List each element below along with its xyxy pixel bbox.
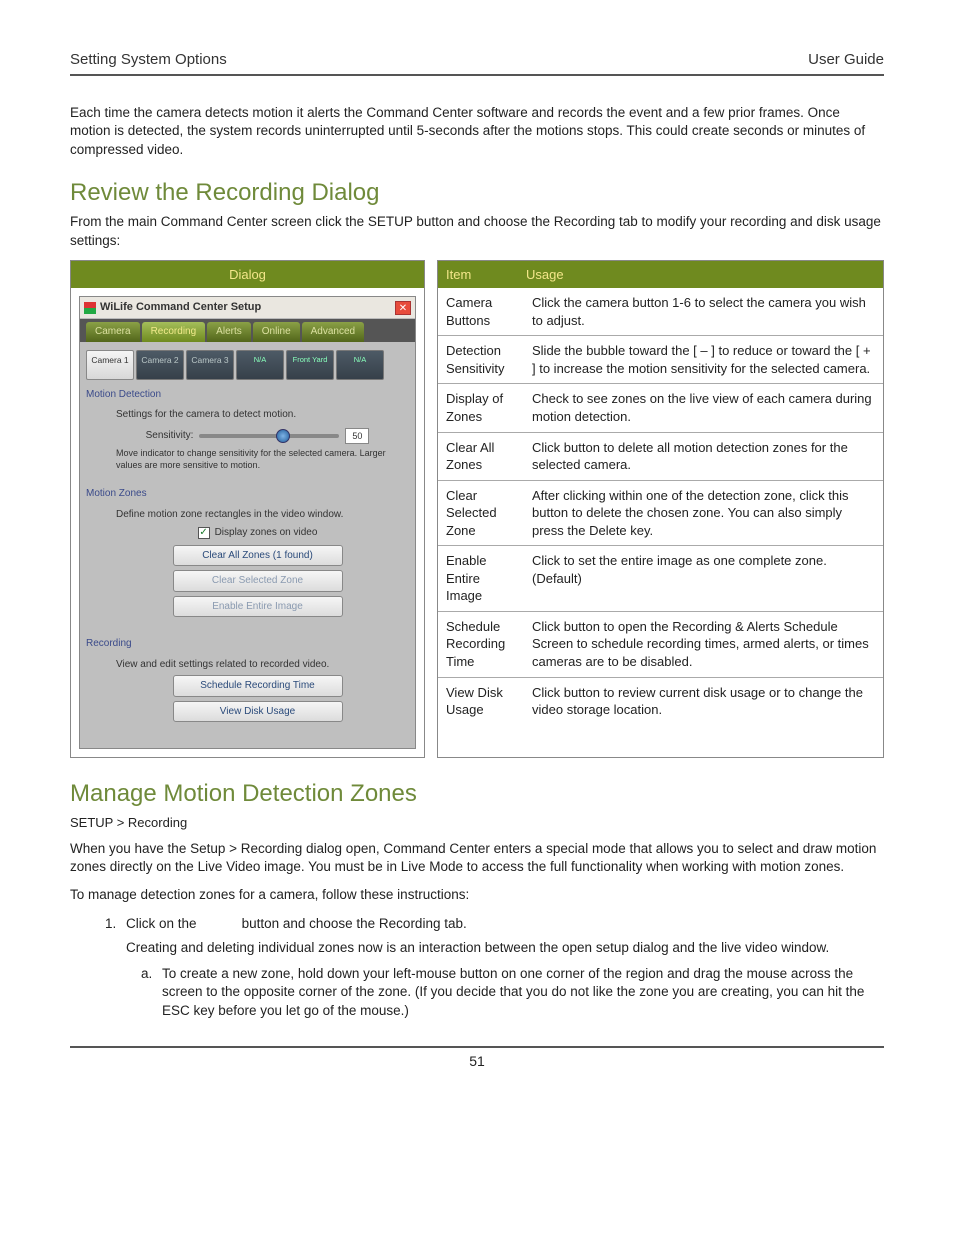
table-row: Camera ButtonsClick the camera button 1-… bbox=[438, 288, 883, 336]
tab-online[interactable]: Online bbox=[253, 322, 300, 342]
motion-detection-label: Motion Detection bbox=[86, 388, 409, 402]
page-number: 51 bbox=[469, 1053, 485, 1069]
step-1-body: Creating and deleting individual zones n… bbox=[126, 939, 884, 957]
usage-item: Schedule Recording Time bbox=[438, 611, 524, 677]
usage-item: Detection Sensitivity bbox=[438, 336, 524, 384]
display-zones-checkbox[interactable]: ✓ bbox=[198, 527, 210, 539]
dialog-title: WiLife Command Center Setup bbox=[100, 300, 395, 315]
substep-a: To create a new zone, hold down your lef… bbox=[156, 965, 884, 1020]
table-row: Display of ZonesCheck to see zones on th… bbox=[438, 384, 883, 432]
usage-column: Item Usage Camera ButtonsClick the camer… bbox=[437, 260, 884, 758]
section-subhead: From the main Command Center screen clic… bbox=[70, 213, 884, 249]
usage-item: Clear Selected Zone bbox=[438, 480, 524, 546]
usage-desc: Click the camera button 1-6 to select th… bbox=[524, 288, 883, 336]
section-title-review: Review the Recording Dialog bbox=[70, 177, 884, 209]
table-row: Detection SensitivitySlide the bubble to… bbox=[438, 336, 883, 384]
usage-desc: Click button to delete all motion detect… bbox=[524, 432, 883, 480]
manage-p1: When you have the Setup > Recording dial… bbox=[70, 840, 884, 876]
table-row: Clear Selected ZoneAfter clicking within… bbox=[438, 480, 883, 546]
motion-zones-desc: Define motion zone rectangles in the vid… bbox=[116, 508, 399, 522]
camera-button-6[interactable]: N/A bbox=[336, 350, 384, 380]
usage-desc: Click button to review current disk usag… bbox=[524, 677, 883, 725]
dialog-column-header: Dialog bbox=[71, 261, 424, 289]
enable-entire-image-button[interactable]: Enable Entire Image bbox=[173, 596, 343, 618]
setup-dialog: WiLife Command Center Setup ✕ Camera Rec… bbox=[79, 296, 416, 749]
tab-alerts[interactable]: Alerts bbox=[207, 322, 251, 342]
clear-all-zones-button[interactable]: Clear All Zones (1 found) bbox=[173, 545, 343, 567]
table-row: View Disk UsageClick button to review cu… bbox=[438, 677, 883, 725]
sensitivity-value: 50 bbox=[345, 428, 369, 444]
tab-recording[interactable]: Recording bbox=[142, 322, 206, 342]
table-row: Schedule Recording TimeClick button to o… bbox=[438, 611, 883, 677]
usage-desc: Click to set the entire image as one com… bbox=[524, 546, 883, 612]
usage-desc: After clicking within one of the detecti… bbox=[524, 480, 883, 546]
view-disk-usage-button[interactable]: View Disk Usage bbox=[173, 701, 343, 723]
breadcrumb: SETUP > Recording bbox=[70, 814, 884, 832]
usage-header-item: Item bbox=[446, 266, 526, 284]
step-1: Click on the button and choose the Recor… bbox=[120, 915, 884, 1020]
usage-item: Camera Buttons bbox=[438, 288, 524, 336]
motion-detection-desc: Settings for the camera to detect motion… bbox=[116, 408, 399, 422]
table-row: Enable Entire ImageClick to set the enti… bbox=[438, 546, 883, 612]
sensitivity-slider[interactable] bbox=[199, 434, 339, 438]
camera-selector-row: Camera 1 Camera 2 Camera 3 N/A Front Yar… bbox=[86, 350, 409, 380]
usage-item: Clear All Zones bbox=[438, 432, 524, 480]
recording-desc: View and edit settings related to record… bbox=[116, 658, 399, 672]
slider-thumb-icon[interactable] bbox=[276, 429, 290, 443]
tab-advanced[interactable]: Advanced bbox=[302, 322, 364, 342]
camera-button-2[interactable]: Camera 2 bbox=[136, 350, 184, 380]
usage-item: Display of Zones bbox=[438, 384, 524, 432]
dialog-tabs: Camera Recording Alerts Online Advanced bbox=[80, 319, 415, 342]
close-icon[interactable]: ✕ bbox=[395, 301, 411, 315]
intro-paragraph: Each time the camera detects motion it a… bbox=[70, 104, 884, 159]
clear-selected-zone-button[interactable]: Clear Selected Zone bbox=[173, 570, 343, 592]
display-zones-label: Display zones on video bbox=[215, 526, 318, 540]
header-left: Setting System Options bbox=[70, 50, 227, 70]
schedule-recording-button[interactable]: Schedule Recording Time bbox=[173, 675, 343, 697]
camera-button-1[interactable]: Camera 1 bbox=[86, 350, 134, 380]
instruction-list: Click on the button and choose the Recor… bbox=[120, 915, 884, 1020]
camera-button-3[interactable]: Camera 3 bbox=[186, 350, 234, 380]
manage-p2: To manage detection zones for a camera, … bbox=[70, 886, 884, 904]
header-right: User Guide bbox=[808, 50, 884, 70]
camera-button-5[interactable]: Front Yard bbox=[286, 350, 334, 380]
camera-button-4[interactable]: N/A bbox=[236, 350, 284, 380]
usage-item: Enable Entire Image bbox=[438, 546, 524, 612]
usage-desc: Click button to open the Recording & Ale… bbox=[524, 611, 883, 677]
dialog-titlebar: WiLife Command Center Setup ✕ bbox=[80, 297, 415, 319]
usage-header-usage: Usage bbox=[526, 266, 875, 284]
usage-item: View Disk Usage bbox=[438, 677, 524, 725]
motion-zones-label: Motion Zones bbox=[86, 487, 409, 501]
table-row: Clear All ZonesClick button to delete al… bbox=[438, 432, 883, 480]
dialog-column: Dialog WiLife Command Center Setup ✕ Cam… bbox=[70, 260, 425, 758]
usage-desc: Slide the bubble toward the [ – ] to red… bbox=[524, 336, 883, 384]
app-logo-icon bbox=[84, 302, 96, 314]
recording-label: Recording bbox=[86, 637, 409, 651]
sensitivity-label: Sensitivity: bbox=[146, 429, 194, 443]
sensitivity-note: Move indicator to change sensitivity for… bbox=[116, 447, 399, 471]
section-title-manage: Manage Motion Detection Zones bbox=[70, 778, 884, 810]
usage-table: Camera ButtonsClick the camera button 1-… bbox=[438, 288, 883, 724]
usage-desc: Check to see zones on the live view of e… bbox=[524, 384, 883, 432]
tab-camera[interactable]: Camera bbox=[86, 322, 140, 342]
